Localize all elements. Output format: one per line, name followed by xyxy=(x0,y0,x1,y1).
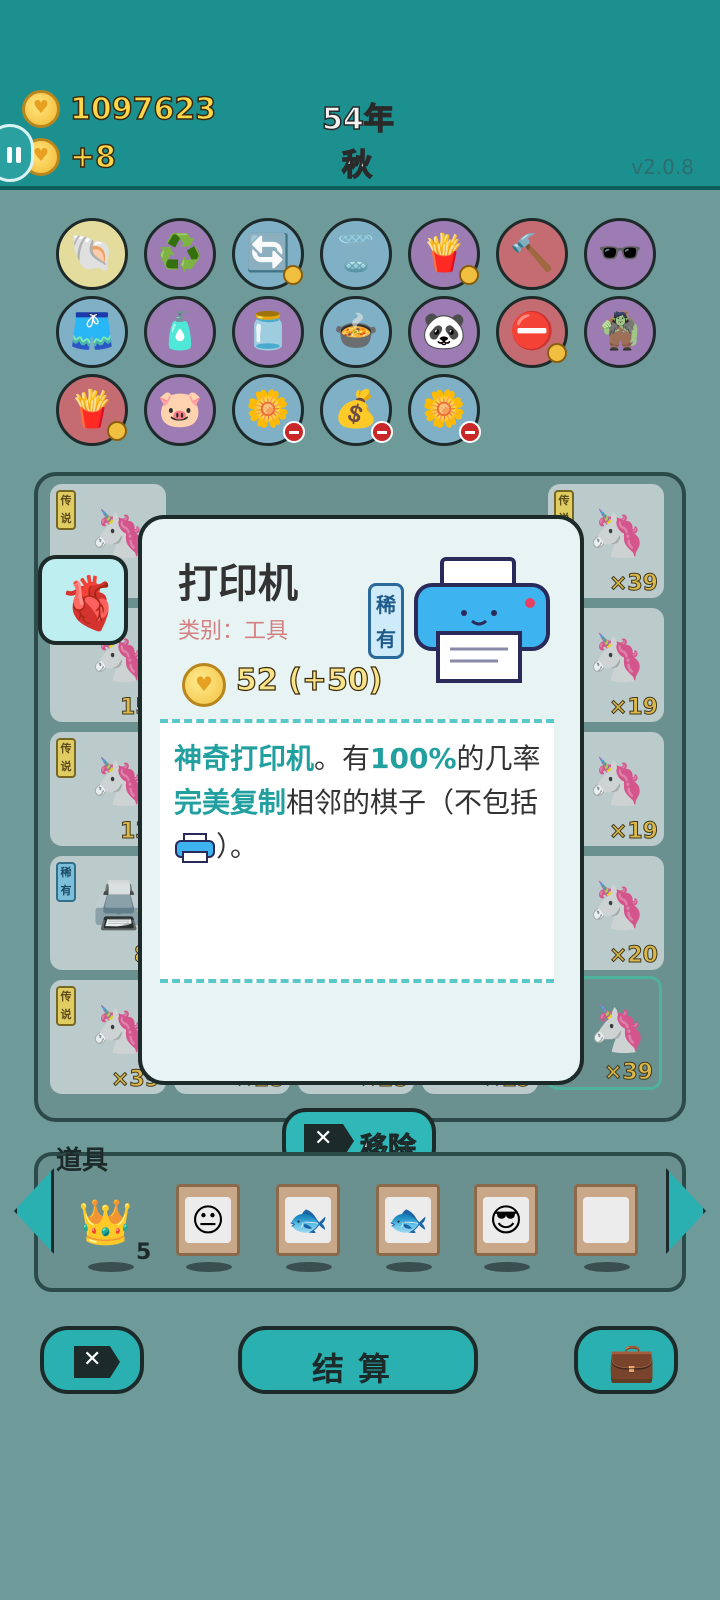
shadow xyxy=(186,1262,232,1272)
unicorn-icon: 🦄 xyxy=(589,1001,647,1055)
season-label: 秋 xyxy=(341,147,373,184)
settle-button-label: 结算 xyxy=(311,1350,404,1388)
shadow xyxy=(584,1262,630,1272)
legend-tag: 传说 xyxy=(56,738,76,778)
coin-icon xyxy=(182,663,226,707)
year-label: 54年 xyxy=(321,101,394,138)
coin-badge-icon xyxy=(459,265,479,285)
popup-category: 类别：工具 xyxy=(178,619,289,644)
close-icon xyxy=(74,1346,120,1378)
tool-slot[interactable]: 😐 xyxy=(176,1184,240,1256)
remove-badge-icon[interactable] xyxy=(283,421,305,443)
refresh-item[interactable]: 🔄 xyxy=(232,218,304,290)
hammer-item[interactable]: 🔨 xyxy=(496,218,568,290)
fish-icon: 🐟 xyxy=(385,1197,431,1243)
jar-item[interactable]: 🫙 xyxy=(232,296,304,368)
briefcase-icon: 💼 xyxy=(608,1340,656,1384)
briefcase-button[interactable]: 💼 xyxy=(574,1326,678,1394)
piece-count: ×39 xyxy=(603,1060,653,1086)
printer-icon xyxy=(414,557,550,683)
pot-item[interactable]: 🍲 xyxy=(320,296,392,368)
unicorn-icon: 🦄 xyxy=(588,878,646,932)
fries-item[interactable]: 🍟 xyxy=(408,218,480,290)
item-inventory: 🐚 ♻️ 🔄 🗑️ 🍟 🔨 🕶️ 🩳 🧴 🫙 🍲 🐼 ⛔ 🧌 🍟 🐷 🌼 💰 🌼 xyxy=(40,210,680,460)
coin-badge-icon xyxy=(107,421,127,441)
legend-tag: 传说 xyxy=(56,986,76,1026)
flower-pot-item-2[interactable]: 🌼 xyxy=(408,374,481,446)
remove-badge-icon[interactable] xyxy=(371,421,393,443)
coin-badge-icon xyxy=(283,265,303,285)
crown-count: 5 xyxy=(136,1240,152,1265)
no-sign-item[interactable]: ⛔ xyxy=(496,296,568,368)
coin-total: 1097623 xyxy=(69,91,217,128)
coin-income: +8 xyxy=(69,139,117,176)
piece-count: ×19 xyxy=(608,695,658,721)
recycle-item[interactable]: ♻️ xyxy=(144,218,216,290)
fries-item-2[interactable]: 🍟 xyxy=(56,374,128,446)
coin-icon xyxy=(22,90,60,128)
shell-item[interactable]: 🐚 xyxy=(56,218,128,290)
popup-title: 打印机 xyxy=(178,561,298,607)
shadow xyxy=(88,1262,134,1272)
flower-pot-item[interactable]: 🌼 xyxy=(232,374,305,446)
tool-slot[interactable]: 🐟 xyxy=(376,1184,440,1256)
popup-value: 52 (+50) xyxy=(235,662,383,698)
piece-count: ×20 xyxy=(608,943,658,969)
settle-button[interactable]: 结算 xyxy=(238,1326,478,1394)
shadow xyxy=(386,1262,432,1272)
unicorn-icon: 🦄 xyxy=(588,506,646,560)
description-text: 神奇打印机。有100%的几率完美复制相邻的棋子（不包括）。 xyxy=(174,742,541,863)
exit-button[interactable] xyxy=(40,1326,144,1394)
bottle-item[interactable]: 🧴 xyxy=(144,296,216,368)
unicorn-icon: 🦄 xyxy=(588,754,646,808)
blank-card-icon xyxy=(583,1197,629,1243)
piece-count: ×19 xyxy=(608,819,658,845)
scroll-right-arrow-icon[interactable] xyxy=(666,1168,706,1254)
liver-icon: 🫀 xyxy=(58,574,123,634)
shadow xyxy=(484,1262,530,1272)
description-box: 神奇打印机。有100%的几率完美复制相邻的棋子（不包括）。 xyxy=(160,719,554,983)
shadow xyxy=(286,1262,332,1272)
rare-tag: 稀有 xyxy=(56,862,76,902)
tool-slot[interactable]: 🐟 xyxy=(276,1184,340,1256)
coin-badge-icon xyxy=(547,343,567,363)
skirt-item[interactable]: 🩳 xyxy=(56,296,128,368)
legend-tag: 传说 xyxy=(56,490,76,530)
mini-printer-icon xyxy=(175,833,215,863)
top-bar: 1097623 +8 54年 秋 v2.0.8 xyxy=(0,0,720,190)
money-bag-item[interactable]: 💰 xyxy=(320,374,393,446)
unicorn-icon: 🦄 xyxy=(588,630,646,684)
tool-slot[interactable]: 😎 xyxy=(474,1184,538,1256)
liver-card[interactable]: 🫀 xyxy=(38,555,128,645)
face-icon: 😐 xyxy=(185,1197,231,1243)
fish-icon: 🐟 xyxy=(285,1197,331,1243)
tool-slot[interactable] xyxy=(574,1184,638,1256)
rarity-badge: 稀有 xyxy=(368,583,404,659)
garbage-bag-item[interactable]: 🗑️ xyxy=(320,218,392,290)
tools-label: 道具 xyxy=(56,1146,109,1176)
panda-item[interactable]: 🐼 xyxy=(408,296,480,368)
version-label: v2.0.8 xyxy=(631,155,694,179)
remove-badge-icon[interactable] xyxy=(459,421,481,443)
eyepatch-item[interactable]: 🕶️ xyxy=(584,218,656,290)
goblin-item[interactable]: 🧌 xyxy=(584,296,656,368)
crown-icon[interactable]: 👑 xyxy=(78,1196,133,1248)
item-detail-popup: 打印机 类别：工具 52 (+50) 稀有 神奇打印机。有100%的几率完美复制… xyxy=(138,515,584,1085)
piggy-bank-item[interactable]: 🐷 xyxy=(144,374,216,446)
piece-count: ×39 xyxy=(608,571,658,597)
soldier-face-icon: 😎 xyxy=(483,1197,529,1243)
